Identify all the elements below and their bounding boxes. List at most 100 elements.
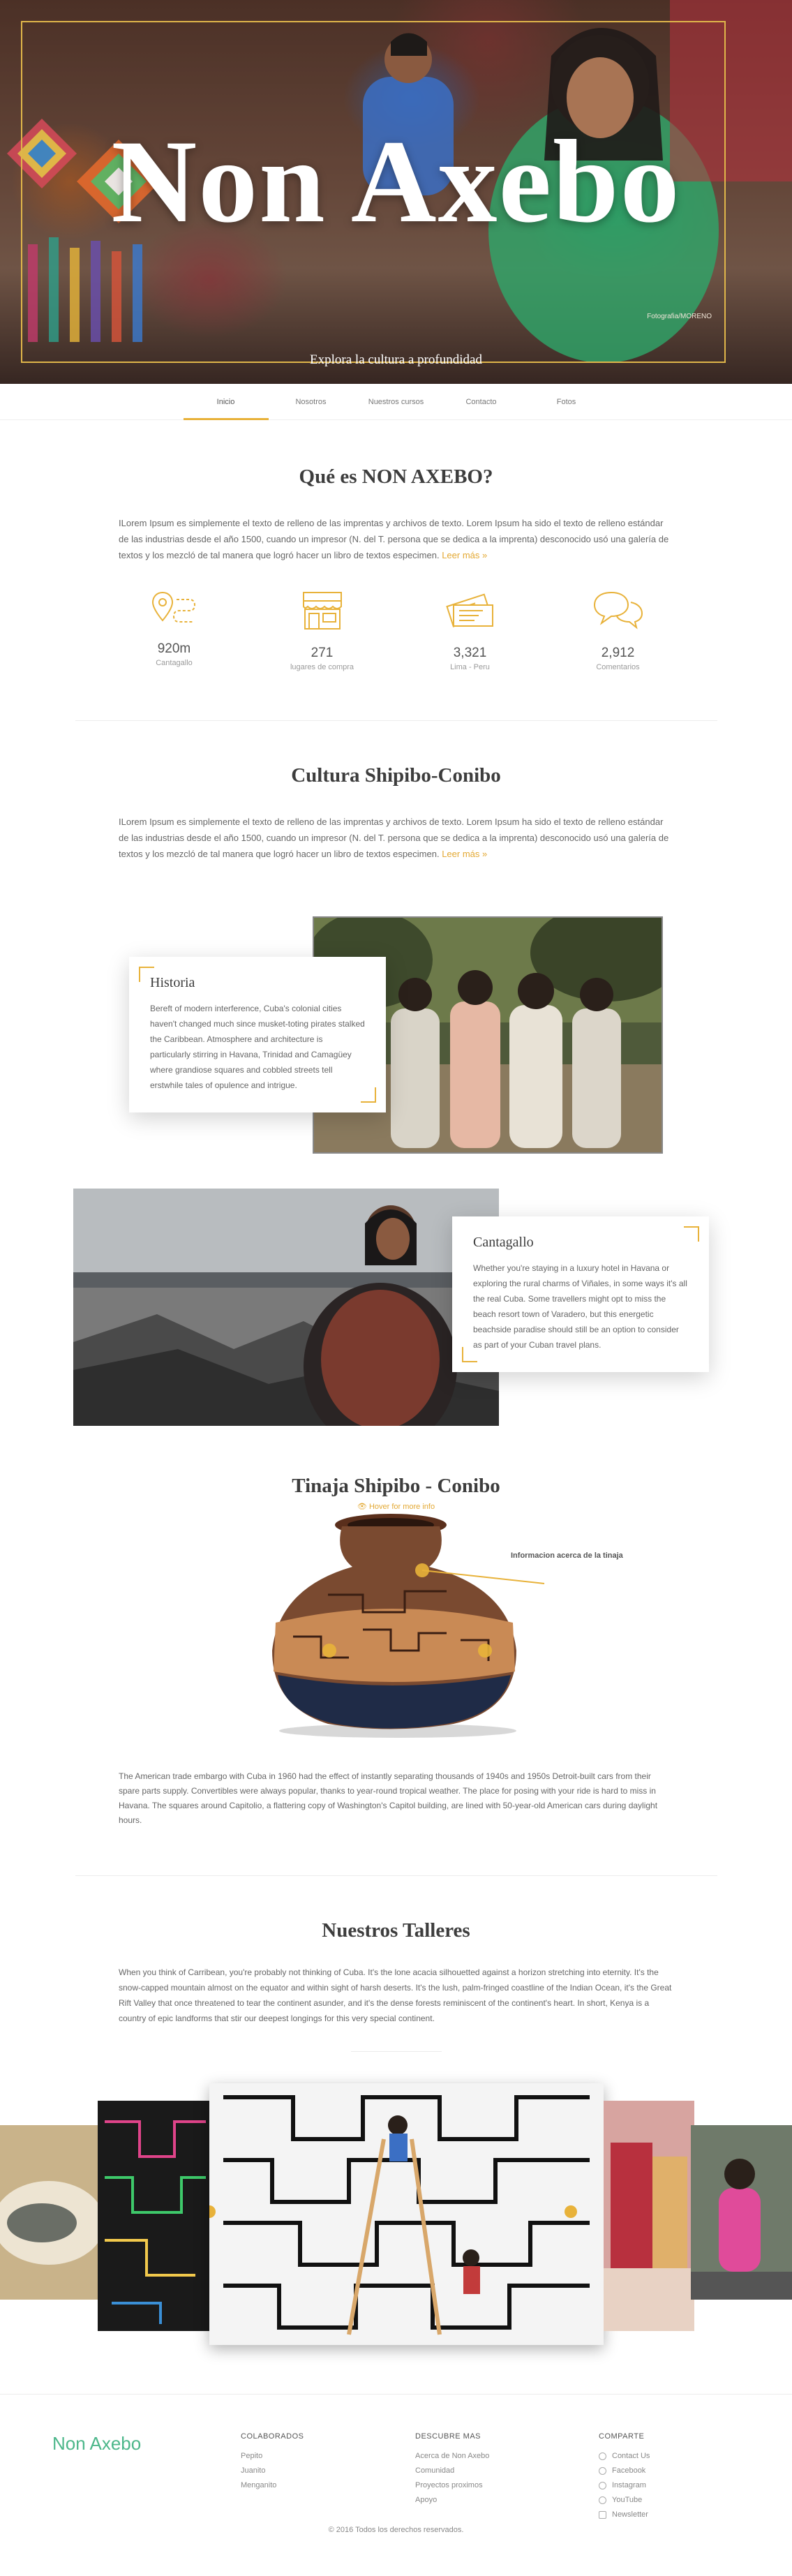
footer-link-label: YouTube [612,2496,643,2504]
slide-image [691,2125,792,2300]
footer-col-descubre: DESCUBRE MAS Acerca de Non Axebo Comunid… [415,2432,489,2508]
footer-link[interactable]: Menganito [241,2478,304,2493]
stat-label: Cantagallo [156,659,193,667]
nav-item-fotos[interactable]: Fotos [524,384,609,419]
stat-label: lugares de compra [290,663,354,671]
about-text: ILorem Ipsum es simplemente el texto de … [119,515,673,563]
slide-image [604,2101,694,2331]
historia-title: Historia [150,975,195,990]
hover-hint-text: Hover for more info [368,1503,435,1511]
tickets-icon [445,593,493,627]
cantagallo-text: Whether you're staying in a luxury hotel… [473,1263,687,1350]
footer-link-youtube[interactable]: YouTube [599,2493,650,2508]
footer-link-facebook[interactable]: Facebook [599,2464,650,2478]
nav-item-nuestros-cursos[interactable]: Nuestros cursos [354,384,439,419]
stats-row: 920m Cantagallo 271 lugares de compra 3,… [0,590,792,671]
tinaja-title: Tinaja Shipibo - Conibo [292,1475,500,1497]
footer-col-title: COLABORADOS [241,2432,304,2441]
footer-link-instagram[interactable]: Instagram [599,2478,650,2493]
newsletter-icon [599,2511,606,2519]
culture-section: Cultura Shipibo-Conibo ILorem Ipsum es s… [0,721,792,888]
slide-image [0,2125,101,2300]
footer-link-label: Contact Us [612,2452,650,2460]
footer-col-comparte: COMPARTE Contact Us Facebook Instagram Y… [599,2432,650,2522]
footer-link-label: Instagram [612,2481,646,2489]
tinaja-annotation: Informacion acerca de la tinaja [511,1551,623,1560]
talleres-section: Nuestros Talleres When you think of Carr… [0,1876,792,2052]
footer-col-title: COMPARTE [599,2432,645,2441]
culture-more-link[interactable]: Leer más » [442,849,487,859]
cantagallo-card: Cantagallo Whether you're staying in a l… [452,1216,709,1372]
stat-label: Comentarios [596,663,640,671]
cantagallo-photo [73,1189,499,1426]
facebook-icon [599,2467,606,2475]
carousel-slide[interactable] [604,2101,694,2331]
nav-item-contacto[interactable]: Contacto [439,384,524,419]
footer-link[interactable]: Apoyo [415,2493,489,2508]
stat-value: 920m [157,641,191,656]
hero-title: Non Axebo [111,116,681,247]
talleres-carousel [0,2083,792,2348]
about-section: Qué es NON AXEBO? ILorem Ipsum es simple… [0,420,792,720]
card-corner [684,1226,699,1242]
cantagallo-image [73,1189,499,1426]
slide-image [209,2083,604,2345]
culture-title: Cultura Shipibo-Conibo [291,764,501,787]
copyright: © 2016 Todos los derechos reservados. [328,2526,464,2534]
historia-text: Bereft of modern interference, Cuba's co… [150,1004,365,1090]
footer-col-colaborados: COLABORADOS Pepito Juanito Menganito [241,2432,304,2493]
culture-text: ILorem Ipsum es simplemente el texto de … [119,814,673,862]
stat-item: 3,321 Lima - Peru [428,590,513,671]
footer-link[interactable]: Pepito [241,2449,304,2464]
footer-link[interactable]: Juanito [241,2464,304,2478]
card-corner [139,967,154,982]
stat-item: 2,912 Comentarios [576,590,661,671]
footer-link-contact[interactable]: Contact Us [599,2449,650,2464]
about-title: Qué es NON AXEBO? [299,466,493,488]
stat-item: 271 lugares de compra [280,590,365,671]
card-corner [361,1087,376,1103]
footer-link-label: Facebook [612,2466,646,2475]
site-footer: Non Axebo COLABORADOS Pepito Juanito Men… [0,2394,792,2554]
about-more-link[interactable]: Leer más » [442,550,487,560]
instagram-icon [599,2482,606,2489]
main-nav: Inicio Nosotros Nuestros cursos Contacto… [0,384,792,420]
footer-link-label: Newsletter [612,2510,648,2519]
culture-body: ILorem Ipsum es simplemente el texto de … [119,817,669,859]
mail-icon [599,2452,606,2460]
footer-logo[interactable]: Non Axebo [52,2433,141,2455]
carousel-next-dot[interactable] [565,2205,577,2218]
stat-label: Lima - Peru [450,663,490,671]
tinaja-image[interactable] [0,1511,792,1741]
historia-story: Historia Bereft of modern interference, … [0,888,792,1168]
talleres-title: Nuestros Talleres [322,1919,470,1942]
stat-item: 920m Cantagallo [132,590,217,671]
tinaja-section: Tinaja Shipibo - Conibo 👁 Hover for more… [0,1461,792,1828]
cantagallo-story: Cantagallo Whether you're staying in a l… [0,1168,792,1461]
hero-subtitle: Explora la cultura a profundidad [310,352,482,367]
carousel-slide[interactable] [0,2125,101,2300]
carousel-slide-active[interactable] [209,2083,604,2345]
footer-link[interactable]: Acerca de Non Axebo [415,2449,489,2464]
nav-item-nosotros[interactable]: Nosotros [269,384,354,419]
stat-value: 3,321 [453,646,487,660]
location-route-icon [151,591,195,623]
hero-banner: Non Axebo Fotografia/MORENO Explora la c… [0,0,792,384]
short-divider [350,2051,442,2052]
tinaja-text: The American trade embargo with Cuba in … [119,1771,658,1825]
youtube-icon [599,2496,606,2504]
carousel-slide[interactable] [98,2101,213,2331]
eye-icon: 👁 [357,1503,367,1511]
photo-credit: Fotografia/MORENO [647,313,712,320]
historia-card: Historia Bereft of modern interference, … [129,957,386,1112]
footer-col-title: DESCUBRE MAS [415,2432,481,2441]
footer-link[interactable]: Comunidad [415,2464,489,2478]
about-body: ILorem Ipsum es simplemente el texto de … [119,518,669,560]
cantagallo-title: Cantagallo [473,1235,534,1250]
footer-link-newsletter[interactable]: Newsletter [599,2508,650,2522]
tinaja-figure: Informacion acerca de la tinaja [0,1511,792,1741]
footer-link[interactable]: Proyectos proximos [415,2478,489,2493]
carousel-slide[interactable] [691,2125,792,2300]
stat-value: 271 [311,646,334,660]
nav-item-inicio[interactable]: Inicio [183,384,269,420]
